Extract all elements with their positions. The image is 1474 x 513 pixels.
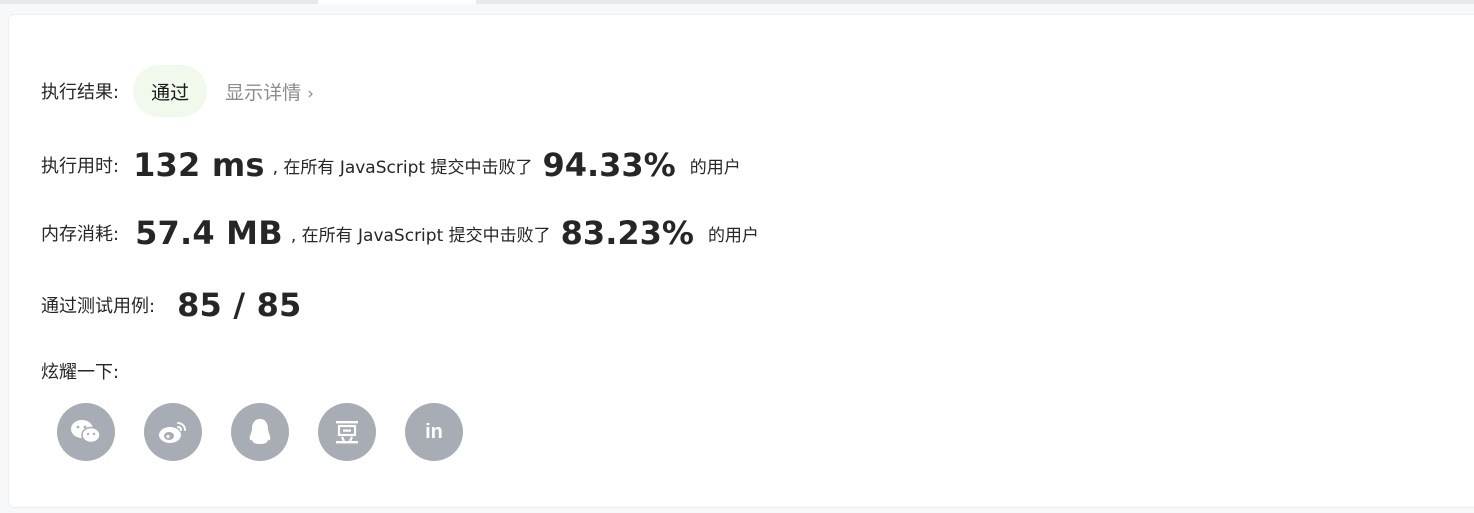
result-row: 执行结果: 通过 显示详情 › [41, 63, 314, 119]
weibo-share-button[interactable] [144, 403, 202, 461]
weibo-icon [159, 422, 186, 443]
memory-row: 内存消耗: 57.4 MB , 在所有 JavaScript 提交中击败了 83… [41, 211, 759, 255]
testcases-label: 通过测试用例: [41, 296, 156, 317]
active-tab-indicator [318, 0, 476, 4]
runtime-percent: 94.33% [542, 146, 676, 184]
chevron-right-icon: › [307, 83, 314, 104]
douban-icon [336, 421, 358, 444]
share-label: 炫耀一下: [41, 362, 120, 383]
status-badge: 通过 [133, 65, 208, 117]
wechat-icon [71, 420, 101, 444]
testcases-value: 85 / 85 [177, 286, 302, 324]
show-details-label: 显示详情 [225, 81, 302, 104]
douban-share-button[interactable] [318, 403, 376, 461]
tab-strip [0, 0, 1474, 4]
linkedin-icon: in [425, 420, 443, 443]
show-details-link[interactable]: 显示详情 › [225, 78, 314, 105]
wechat-share-button[interactable] [57, 403, 115, 461]
result-label: 执行结果: [41, 82, 120, 103]
memory-users-text: 的用户 [707, 225, 759, 246]
share-icons: in [57, 403, 463, 461]
runtime-suffix: , 在所有 JavaScript 提交中击败了 [272, 157, 533, 178]
linkedin-share-button[interactable]: in [405, 403, 463, 461]
memory-label: 内存消耗: [41, 224, 120, 245]
runtime-value: 132 ms [133, 146, 265, 184]
share-row: 炫耀一下: [41, 353, 119, 389]
runtime-row: 执行用时: 132 ms , 在所有 JavaScript 提交中击败了 94.… [41, 143, 741, 187]
testcases-row: 通过测试用例: 85 / 85 [41, 283, 302, 327]
memory-value: 57.4 MB [135, 214, 283, 252]
submission-result-card: 执行结果: 通过 显示详情 › 执行用时: 132 ms , 在所有 JavaSc… [8, 14, 1474, 508]
qq-share-button[interactable] [231, 403, 289, 461]
runtime-label: 执行用时: [41, 156, 120, 177]
memory-suffix: , 在所有 JavaScript 提交中击败了 [290, 225, 551, 246]
runtime-users-text: 的用户 [689, 157, 741, 178]
qq-icon [249, 419, 271, 444]
memory-percent: 83.23% [560, 214, 694, 252]
